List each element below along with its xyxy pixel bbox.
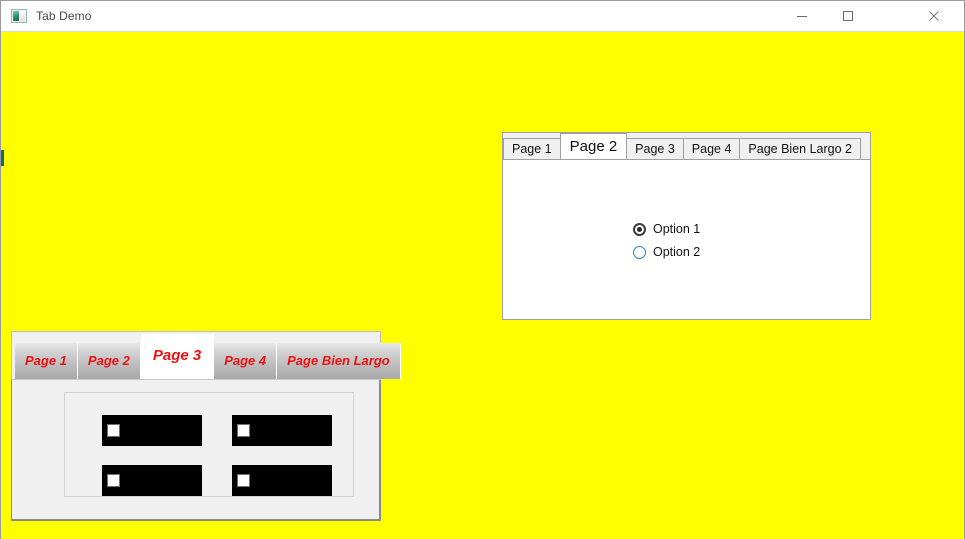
bottom-tab-page-1[interactable]: Page 1	[15, 343, 78, 379]
checkbox-row-4[interactable]	[232, 465, 332, 496]
maximize-icon	[843, 11, 853, 21]
close-icon	[929, 11, 939, 21]
checkbox-icon	[107, 474, 120, 487]
radio-option-1[interactable]: Option 1	[633, 222, 700, 236]
top-tab-control: Page 1 Page 2 Page 3 Page 4 Page Bien La…	[502, 132, 871, 320]
checkbox-row-1[interactable]	[102, 415, 202, 446]
top-tab-page-4[interactable]: Page 4	[682, 138, 741, 159]
app-icon-left-swatch	[13, 11, 19, 21]
checkbox-icon	[237, 474, 250, 487]
bottom-tab-page-bien-largo[interactable]: Page Bien Largo	[277, 343, 401, 379]
bottom-tab-page-content	[11, 379, 381, 521]
radio-selected-icon	[633, 222, 646, 236]
bottom-tab-control: Page 1 Page 2 Page 3 Page 4 Page Bien La…	[11, 331, 401, 521]
minimize-icon	[797, 16, 807, 17]
top-tab-page-content: Option 1 Option 2	[503, 159, 870, 319]
app-picture-icon	[11, 9, 27, 23]
maximize-button[interactable]	[825, 1, 871, 31]
minimize-button[interactable]	[779, 1, 825, 31]
radio-option-2[interactable]: Option 2	[633, 245, 700, 259]
top-tab-page-3[interactable]: Page 3	[626, 138, 684, 159]
bottom-tab-page-4[interactable]: Page 4	[214, 343, 278, 379]
checkbox-row-2[interactable]	[232, 415, 332, 446]
checkbox-icon	[237, 424, 250, 437]
radio-unselected-icon	[633, 245, 646, 259]
title-bar[interactable]: Tab Demo	[1, 1, 964, 32]
bottom-tab-page-3[interactable]: Page 3	[140, 334, 215, 379]
window-title: Tab Demo	[36, 9, 92, 23]
checkbox-icon	[107, 424, 120, 437]
top-tab-page-bien-largo-2[interactable]: Page Bien Largo 2	[739, 138, 861, 159]
bottom-tab-strip: Page 1 Page 2 Page 3 Page 4 Page Bien La…	[11, 331, 401, 379]
bottom-tab-page-2[interactable]: Page 2	[77, 343, 141, 379]
left-edge-artifact	[1, 150, 4, 166]
top-tab-strip: Page 1 Page 2 Page 3 Page 4 Page Bien La…	[503, 133, 870, 159]
checkbox-row-3[interactable]	[102, 465, 202, 496]
close-button[interactable]	[904, 1, 964, 31]
top-tab-page-1[interactable]: Page 1	[503, 138, 561, 159]
top-tab-page-2[interactable]: Page 2	[559, 133, 628, 159]
radio-option-1-label: Option 1	[653, 222, 701, 236]
app-icon-right-swatch	[20, 11, 25, 21]
checkbox-group-box	[64, 392, 354, 497]
client-area: Page 1 Page 2 Page 3 Page 4 Page Bien La…	[1, 32, 964, 539]
application-window: Tab Demo Page 1 Page 2 Page 3 Page 4 Pag…	[0, 0, 965, 539]
radio-option-2-label: Option 2	[653, 245, 701, 259]
